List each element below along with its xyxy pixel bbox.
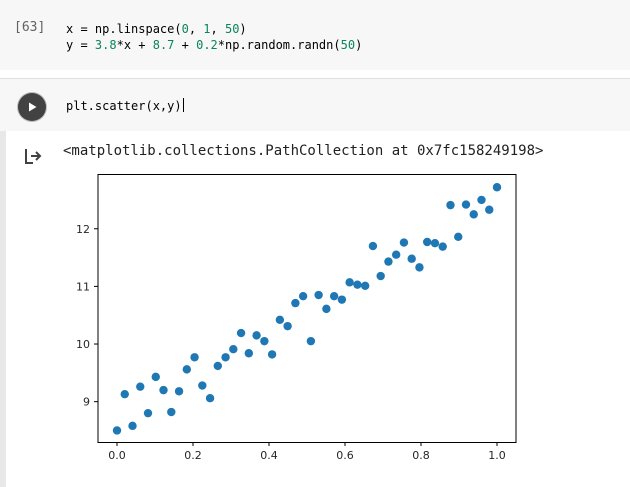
x-tick-label: 0.6 xyxy=(336,449,354,462)
scatter-point xyxy=(298,291,308,301)
cell-focus-bar xyxy=(0,79,6,487)
scatter-point xyxy=(322,304,331,314)
x-tick-label: 0.4 xyxy=(260,449,278,462)
scatter-point xyxy=(229,345,238,354)
run-cell-button[interactable] xyxy=(18,93,46,121)
y-tick-label: 11 xyxy=(76,280,90,293)
scatter-point xyxy=(399,238,409,247)
text-cursor xyxy=(182,98,184,112)
scatter-point xyxy=(477,195,486,205)
code-line: plt.scatter(x,y) xyxy=(66,99,182,113)
x-tick-label: 0.2 xyxy=(184,449,202,462)
code-cell-1[interactable]: [63] x = np.linspace(0, 1, 50) y = 3.8*x … xyxy=(0,0,630,70)
scatter-point xyxy=(360,281,370,291)
scatter-point xyxy=(329,291,339,301)
scatter-point xyxy=(159,385,168,395)
code-editor-2-area[interactable]: plt.scatter(x,y) xyxy=(0,79,630,131)
scatter-point xyxy=(213,361,223,371)
scatter-point xyxy=(337,295,347,304)
y-tick-label: 10 xyxy=(76,338,90,351)
scatter-point xyxy=(182,365,192,374)
scatter-point xyxy=(430,238,440,248)
scatter-point xyxy=(376,271,385,281)
scatter-point xyxy=(461,200,471,209)
scatter-plot: 0.0 0.2 0.4 0.6 0.8 1.0 9 10 11 12 xyxy=(76,174,517,462)
scatter-point xyxy=(446,200,455,210)
output-text: <matplotlib.collections.PathCollection a… xyxy=(63,143,544,159)
scatter-point xyxy=(244,349,254,358)
scatter-point xyxy=(422,237,432,247)
scatter-point xyxy=(252,331,261,340)
scatter-point xyxy=(283,321,292,331)
scatter-point xyxy=(275,315,285,325)
scatter-point xyxy=(267,350,277,359)
scatter-point xyxy=(112,426,122,435)
code-editor-2[interactable]: plt.scatter(x,y) xyxy=(66,98,184,113)
code-editor-1[interactable]: x = np.linspace(0, 1, 50) y = 3.8*x + 8.7… xyxy=(66,21,362,53)
scatter-point xyxy=(314,290,323,300)
play-icon xyxy=(29,102,37,112)
scatter-point xyxy=(368,241,378,251)
scatter-point xyxy=(136,382,145,391)
scatter-point xyxy=(221,353,230,362)
scatter-point xyxy=(198,381,207,390)
scatter-point xyxy=(492,183,502,192)
scatter-point xyxy=(485,205,494,214)
code-line-1: x = np.linspace(0, 1, 50) xyxy=(66,22,247,36)
execution-count: [63] xyxy=(14,20,46,35)
output-arrow-icon[interactable] xyxy=(22,145,44,167)
plot-frame xyxy=(97,174,517,443)
scatter-point xyxy=(260,336,269,346)
x-tick-label: 0.8 xyxy=(412,449,430,462)
scatter-point xyxy=(345,278,354,287)
scatter-point xyxy=(174,387,184,396)
y-tick-label: 9 xyxy=(83,396,90,409)
scatter-point xyxy=(205,393,215,403)
scatter-point xyxy=(391,250,401,259)
scatter-point xyxy=(120,389,129,399)
scatter-point xyxy=(306,336,316,346)
scatter-point xyxy=(167,407,176,417)
scatter-point xyxy=(291,298,300,308)
scatter-point xyxy=(143,408,153,418)
scatter-point xyxy=(415,263,424,272)
code-line-2: y = 3.8*x + 8.7 + 0.2*np.random.randn(50… xyxy=(66,38,363,52)
scatter-point xyxy=(236,328,246,338)
x-tick-label: 1.0 xyxy=(488,449,506,462)
code-cell-2[interactable]: plt.scatter(x,y) <matplotlib.collections… xyxy=(0,78,630,487)
scatter-point xyxy=(190,353,199,362)
y-tick-label: 12 xyxy=(76,223,90,236)
scatter-point xyxy=(469,210,478,219)
scatter-point xyxy=(151,372,160,382)
scatter-point xyxy=(438,242,447,251)
scatter-point xyxy=(454,232,463,242)
scatter-point xyxy=(128,421,137,431)
scatter-point xyxy=(353,280,362,289)
x-tick-label: 0.0 xyxy=(108,449,126,462)
scatter-point xyxy=(384,257,393,266)
scatter-point xyxy=(407,254,416,263)
